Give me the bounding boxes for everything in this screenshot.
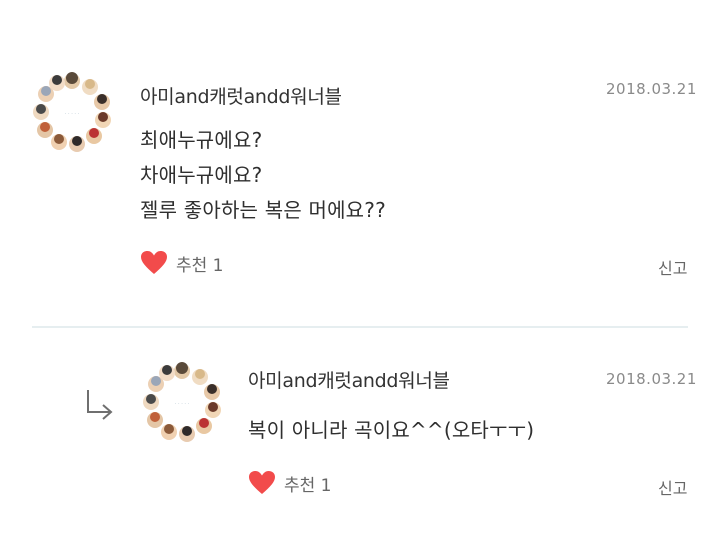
heart-icon — [249, 471, 275, 494]
like-button[interactable]: 추천 1 — [140, 250, 224, 276]
svg-text:· · · · ·: · · · · · — [175, 401, 190, 407]
like-count-label: 추천 1 — [284, 475, 332, 496]
svg-text:· · · · ·: · · · · · — [65, 111, 80, 117]
report-button[interactable]: 신고 — [658, 475, 687, 499]
comment-text-line: 차애누규에요? — [140, 163, 263, 187]
comment: · · · · · 아미and캐럿andd워너블 2018.03.21 최애누규… — [0, 0, 720, 326]
comment-date: 2018.03.21 — [606, 80, 697, 98]
heart-icon — [141, 251, 167, 274]
avatar[interactable]: · · · · · — [32, 72, 112, 152]
comment-author[interactable]: 아미and캐럿andd워너블 — [140, 82, 342, 109]
report-button[interactable]: 신고 — [658, 255, 687, 279]
comment-text-line: 최애누규에요? — [140, 128, 263, 152]
comment-text-line: 복이 아니라 곡이요^^(오타ㅜㅜ) — [248, 418, 535, 442]
reply-arrow-icon — [87, 390, 113, 420]
like-button[interactable]: 추천 1 — [248, 470, 332, 496]
comment-text-line: 젤루 좋아하는 복은 머에요?? — [140, 198, 386, 222]
comment-author[interactable]: 아미and캐럿andd워너블 — [248, 366, 450, 393]
avatar[interactable]: · · · · · — [142, 362, 222, 442]
like-count-label: 추천 1 — [176, 255, 224, 276]
comment-date: 2018.03.21 — [606, 370, 697, 388]
